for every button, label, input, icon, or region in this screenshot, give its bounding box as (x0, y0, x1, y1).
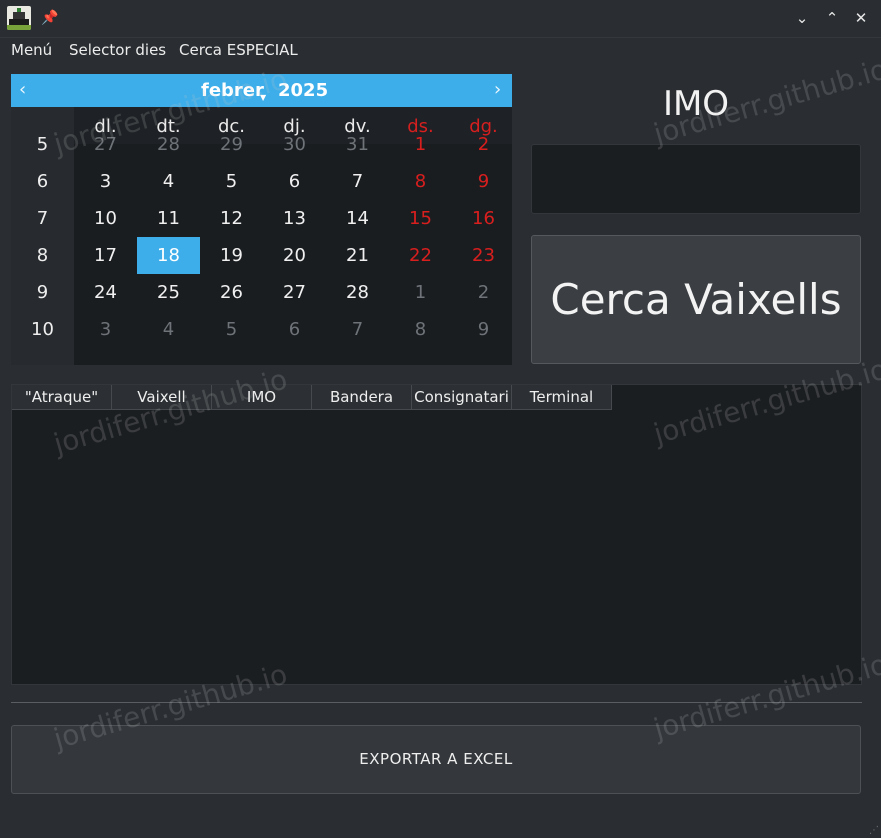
next-month-button[interactable]: › (494, 79, 501, 100)
calendar-day[interactable]: 6 (263, 163, 326, 200)
calendar-day[interactable]: 6 (263, 311, 326, 348)
calendar-day[interactable]: 1 (389, 274, 452, 311)
calendar-day[interactable]: 5 (200, 311, 263, 348)
calendar-day[interactable]: 17 (74, 237, 137, 274)
calendar-day[interactable]: 26 (200, 274, 263, 311)
calendar-day[interactable]: 28 (137, 126, 200, 163)
calendar-header: ‹ febrer ▼ 2025 › (11, 74, 512, 107)
close-button[interactable]: ✕ (851, 8, 871, 28)
calendar-day[interactable]: 1 (389, 126, 452, 163)
calendar-day[interactable]: 28 (326, 274, 389, 311)
calendar-day[interactable]: 22 (389, 237, 452, 274)
calendar-day[interactable]: 11 (137, 200, 200, 237)
calendar-day[interactable]: 23 (452, 237, 515, 274)
calendar-day[interactable]: 7 (326, 311, 389, 348)
calendar-day[interactable]: 3 (74, 163, 137, 200)
calendar-day[interactable]: 8 (389, 311, 452, 348)
calendar-day[interactable]: 4 (137, 311, 200, 348)
calendar-day[interactable]: 14 (326, 200, 389, 237)
calendar-day[interactable]: 24 (74, 274, 137, 311)
calendar-day[interactable]: 8 (389, 163, 452, 200)
calendar-day[interactable]: 9 (452, 163, 515, 200)
separator (11, 702, 862, 703)
week-number: 9 (36, 282, 49, 303)
calendar-day[interactable]: 9 (452, 311, 515, 348)
calendar-day[interactable]: 13 (263, 200, 326, 237)
calendar-day[interactable]: 21 (326, 237, 389, 274)
imo-input[interactable] (531, 144, 861, 214)
week-number: 8 (36, 245, 49, 266)
results-table[interactable]: "Atraque" Vaixell IMO Bandera Consignatari Te… (11, 384, 862, 685)
menu-item-special-search[interactable]: Cerca ESPECIAL (179, 41, 298, 59)
calendar-day[interactable]: 19 (200, 237, 263, 274)
month-selector[interactable]: febrer (201, 80, 264, 101)
menu-item-day-selector[interactable]: Selector dies (69, 41, 166, 59)
calendar-day[interactable]: 18 (137, 237, 200, 274)
calendar-day[interactable]: 15 (389, 200, 452, 237)
imo-label: IMO (662, 84, 730, 124)
calendar-day[interactable]: 7 (326, 163, 389, 200)
calendar-day[interactable]: 25 (137, 274, 200, 311)
calendar-day[interactable]: 3 (74, 311, 137, 348)
calendar-day[interactable]: 2 (452, 126, 515, 163)
calendar-day[interactable]: 29 (200, 126, 263, 163)
search-vessels-button[interactable]: Cerca Vaixells (531, 235, 861, 364)
week-number: 7 (36, 208, 49, 229)
calendar-day[interactable]: 12 (200, 200, 263, 237)
chevron-down-icon: ▼ (260, 93, 267, 102)
calendar-day[interactable]: 2 (452, 274, 515, 311)
title-bar: 📌 ⌄ ⌃ ✕ (0, 0, 881, 38)
ship-icon[interactable] (7, 6, 31, 30)
menu-bar: Menú Selector dies Cerca ESPECIAL (0, 37, 881, 63)
calendar-day[interactable]: 4 (137, 163, 200, 200)
calendar-day[interactable]: 30 (263, 126, 326, 163)
pin-icon[interactable]: 📌 (41, 10, 58, 26)
column-header[interactable]: "Atraque" (12, 385, 112, 410)
calendar-day[interactable]: 20 (263, 237, 326, 274)
column-header[interactable]: Consignatari (412, 385, 512, 410)
column-header[interactable]: Bandera (312, 385, 412, 410)
calendar-day[interactable]: 5 (200, 163, 263, 200)
prev-month-button[interactable]: ‹ (19, 79, 26, 100)
calendar-day[interactable]: 10 (74, 200, 137, 237)
calendar-day[interactable]: 27 (263, 274, 326, 311)
menu-item-menu[interactable]: Menú (11, 41, 52, 59)
minimize-button[interactable]: ⌄ (792, 8, 812, 28)
week-number: 10 (31, 319, 54, 340)
column-header[interactable]: IMO (212, 385, 312, 410)
calendar-day[interactable]: 27 (74, 126, 137, 163)
week-number: 5 (36, 134, 49, 155)
calendar-day[interactable]: 31 (326, 126, 389, 163)
resize-grip-icon[interactable]: ⋰ (869, 825, 879, 836)
calendar-day[interactable]: 16 (452, 200, 515, 237)
maximize-button[interactable]: ⌃ (822, 8, 842, 28)
column-header[interactable]: Vaixell (112, 385, 212, 410)
calendar-widget: ‹ febrer ▼ 2025 › dl. dt. dc. dj. dv. ds. dg. 5… (11, 74, 512, 365)
column-header[interactable]: Terminal (512, 385, 612, 410)
year-selector[interactable]: 2025 (278, 80, 328, 101)
week-number: 6 (36, 171, 49, 192)
export-excel-button[interactable]: EXPORTAR A EXCEL (11, 725, 861, 794)
